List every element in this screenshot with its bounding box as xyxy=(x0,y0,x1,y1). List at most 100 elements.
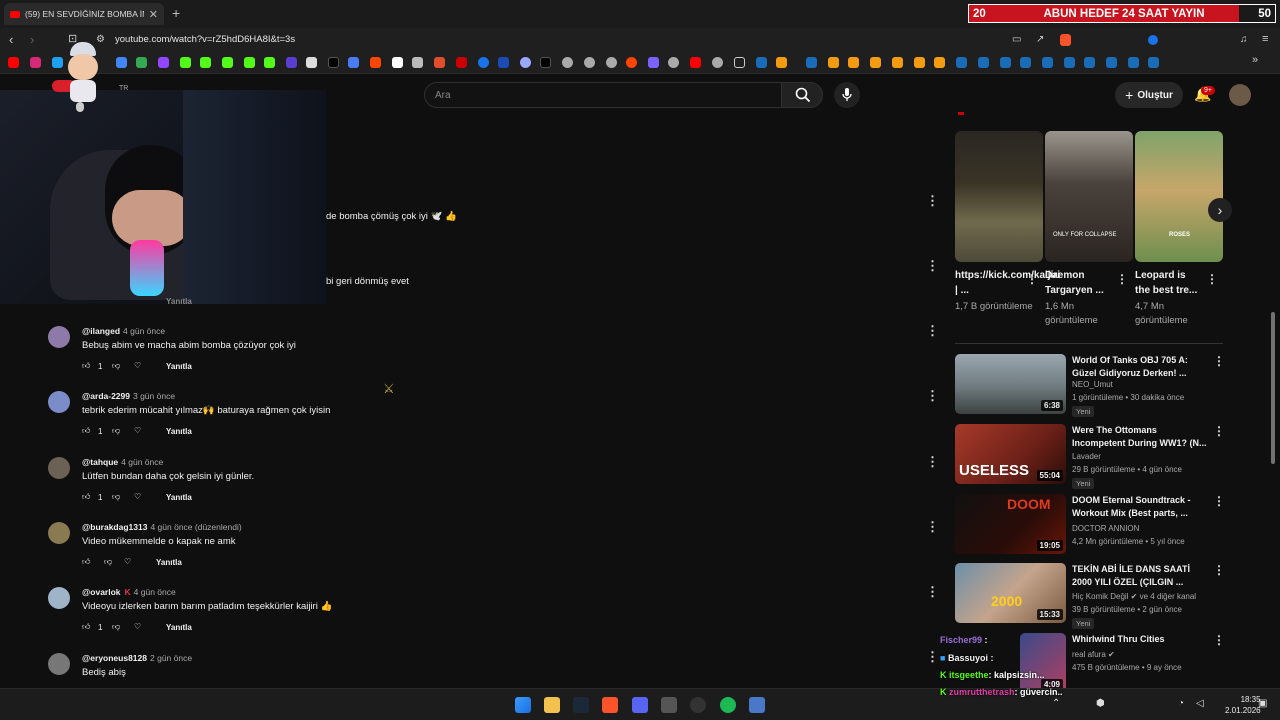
bookmark-icon[interactable] xyxy=(914,57,925,68)
back-icon[interactable]: ‹ xyxy=(9,32,13,47)
bookmark-icon[interactable] xyxy=(776,57,787,68)
reply-button[interactable]: Yanıtla xyxy=(166,297,192,306)
video-menu-icon[interactable]: ⋮ xyxy=(1213,633,1225,647)
brave-icon[interactable] xyxy=(602,697,618,713)
short-thumbnail[interactable]: ONLY FOR COLLAPSE xyxy=(1045,131,1133,262)
new-tab-button[interactable]: + xyxy=(172,5,180,21)
channel-name[interactable]: NEO_Umut xyxy=(1072,380,1113,389)
system-clock[interactable]: 18:35 2.01.2026 xyxy=(1225,694,1261,716)
channel-name[interactable]: real afura ✔ xyxy=(1072,650,1115,659)
short-menu-icon[interactable]: ⋮ xyxy=(1026,272,1038,286)
bookmark-icon[interactable] xyxy=(348,57,359,68)
like-icon[interactable]: 👍︎ xyxy=(82,622,90,632)
menu-icon[interactable]: ≡ xyxy=(1262,33,1268,45)
bookmark-icon[interactable] xyxy=(540,57,551,68)
bookmark-steam-icon[interactable] xyxy=(756,57,767,68)
channel-name[interactable]: Lavader xyxy=(1072,452,1101,461)
avatar[interactable] xyxy=(48,326,70,348)
brave-shield-icon[interactable] xyxy=(1060,34,1071,46)
video-thumbnail[interactable]: DOOM 19:05 xyxy=(955,494,1066,554)
comment-menu-icon[interactable]: ⋮ xyxy=(926,323,939,339)
wifi-icon[interactable]: ◔ xyxy=(1178,698,1184,709)
video-item[interactable]: 2000 15:33 TEKİN ABİ İLE DANS SAATİ 2000… xyxy=(955,563,1225,629)
bookmark-steam-icon[interactable] xyxy=(956,57,967,68)
bookmark-steam-icon[interactable] xyxy=(1042,57,1053,68)
bookmark-icon[interactable] xyxy=(116,57,127,68)
windows-start-icon[interactable] xyxy=(515,697,531,713)
video-title[interactable]: TEKİN ABİ İLE DANS SAATİ 2000 YILI ÖZEL … xyxy=(1072,563,1208,589)
bookmark-kick-icon[interactable] xyxy=(244,57,255,68)
comment-date[interactable]: 4 gün önce xyxy=(134,587,176,597)
bookmark-steam-icon[interactable] xyxy=(1106,57,1117,68)
bookmark-icon[interactable] xyxy=(562,57,573,68)
bookmark-icon[interactable] xyxy=(306,57,317,68)
media-icon[interactable]: ♫ xyxy=(1240,34,1248,45)
bookmark-icon[interactable] xyxy=(828,57,839,68)
dislike-icon[interactable]: 👎︎ xyxy=(104,557,112,567)
bookmark-steam-icon[interactable] xyxy=(1000,57,1011,68)
bookmark-icon[interactable] xyxy=(934,57,945,68)
video-item[interactable]: 6:38 World Of Tanks OBJ 705 A: Güzel Gid… xyxy=(955,354,1225,417)
reply-button[interactable]: Yanıtla xyxy=(166,427,192,436)
comment-menu-icon[interactable]: ⋮ xyxy=(926,519,939,535)
bookmark-icon[interactable] xyxy=(264,57,275,68)
discord-icon[interactable] xyxy=(632,697,648,713)
bookmark-icon[interactable] xyxy=(412,57,423,68)
avatar[interactable] xyxy=(48,653,70,675)
like-icon[interactable]: 👍︎ xyxy=(82,492,90,502)
heart-icon[interactable]: ♡ xyxy=(134,361,141,370)
bookmark-steam-icon[interactable] xyxy=(1128,57,1139,68)
scrollbar[interactable] xyxy=(1271,312,1275,464)
close-tab-icon[interactable]: ✕ xyxy=(149,8,158,21)
comment-date[interactable]: 2 gün önce xyxy=(150,653,192,663)
video-title[interactable]: DOOM Eternal Soundtrack - Workout Mix (B… xyxy=(1072,494,1208,520)
heart-icon[interactable]: ♡ xyxy=(124,557,131,566)
bookmark-icon[interactable] xyxy=(456,57,467,68)
comment-menu-icon[interactable]: ⋮ xyxy=(926,584,939,600)
bookmark-icon[interactable] xyxy=(584,57,595,68)
bookmark-steam-icon[interactable] xyxy=(1020,57,1031,68)
comment-menu-icon[interactable]: ⋮ xyxy=(926,258,939,274)
bookmark-icon[interactable] xyxy=(892,57,903,68)
channel-name[interactable]: Hiç Komik Değil ✔ ve 4 diğer kanal xyxy=(1072,592,1196,601)
more-bookmarks-icon[interactable]: » xyxy=(1252,54,1258,66)
dislike-icon[interactable]: 👎︎ xyxy=(112,622,120,632)
avatar[interactable] xyxy=(48,391,70,413)
short-thumbnail[interactable] xyxy=(955,131,1043,262)
comment-menu-icon[interactable]: ⋮ xyxy=(926,388,939,404)
video-title[interactable]: Were The Ottomans Incompetent During WW1… xyxy=(1072,424,1208,450)
account-avatar[interactable] xyxy=(1229,84,1251,106)
video-thumbnail[interactable]: 2000 15:33 xyxy=(955,563,1066,623)
app-icon[interactable] xyxy=(661,697,677,713)
reply-button[interactable]: Yanıtla xyxy=(166,362,192,371)
file-explorer-icon[interactable] xyxy=(544,697,560,713)
spotify-icon[interactable] xyxy=(720,697,736,713)
bookmark-steam-icon[interactable] xyxy=(978,57,989,68)
create-button[interactable]: + Oluştur xyxy=(1115,82,1183,108)
video-menu-icon[interactable]: ⋮ xyxy=(1213,494,1225,508)
comment-date[interactable]: 4 gün önce xyxy=(121,457,163,467)
video-menu-icon[interactable]: ⋮ xyxy=(1213,354,1225,368)
bookmark-kick-icon[interactable] xyxy=(180,57,191,68)
url-field[interactable]: youtube.com/watch?v=rZ5hdD6HA8I&t=3s xyxy=(115,34,295,45)
bookmark-icon[interactable] xyxy=(626,57,637,68)
bookmark-icon[interactable] xyxy=(478,57,489,68)
bookmark-icon[interactable] xyxy=(668,57,679,68)
bookmark-youtube-icon[interactable] xyxy=(8,57,19,68)
heart-icon[interactable]: ♡ xyxy=(134,492,141,501)
comment-date[interactable]: 3 gün önce xyxy=(133,391,175,401)
video-menu-icon[interactable]: ⋮ xyxy=(1213,563,1225,577)
like-icon[interactable]: 👍︎ xyxy=(82,426,90,436)
bookmark-icon[interactable] xyxy=(606,57,617,68)
comment-menu-icon[interactable]: ⋮ xyxy=(926,193,939,209)
voice-search-button[interactable] xyxy=(834,82,860,108)
bookmark-icon[interactable] xyxy=(848,57,859,68)
folder-icon[interactable] xyxy=(734,57,745,68)
app-icon[interactable] xyxy=(749,697,765,713)
comment-menu-icon[interactable]: ⋮ xyxy=(926,649,939,665)
bookmark-twitch-icon[interactable] xyxy=(158,57,169,68)
dislike-icon[interactable]: 👎︎ xyxy=(112,361,120,371)
share-icon[interactable]: ↗ xyxy=(1036,34,1044,45)
bookmark-instagram-icon[interactable] xyxy=(30,57,41,68)
bookmark-x-icon[interactable] xyxy=(328,57,339,68)
